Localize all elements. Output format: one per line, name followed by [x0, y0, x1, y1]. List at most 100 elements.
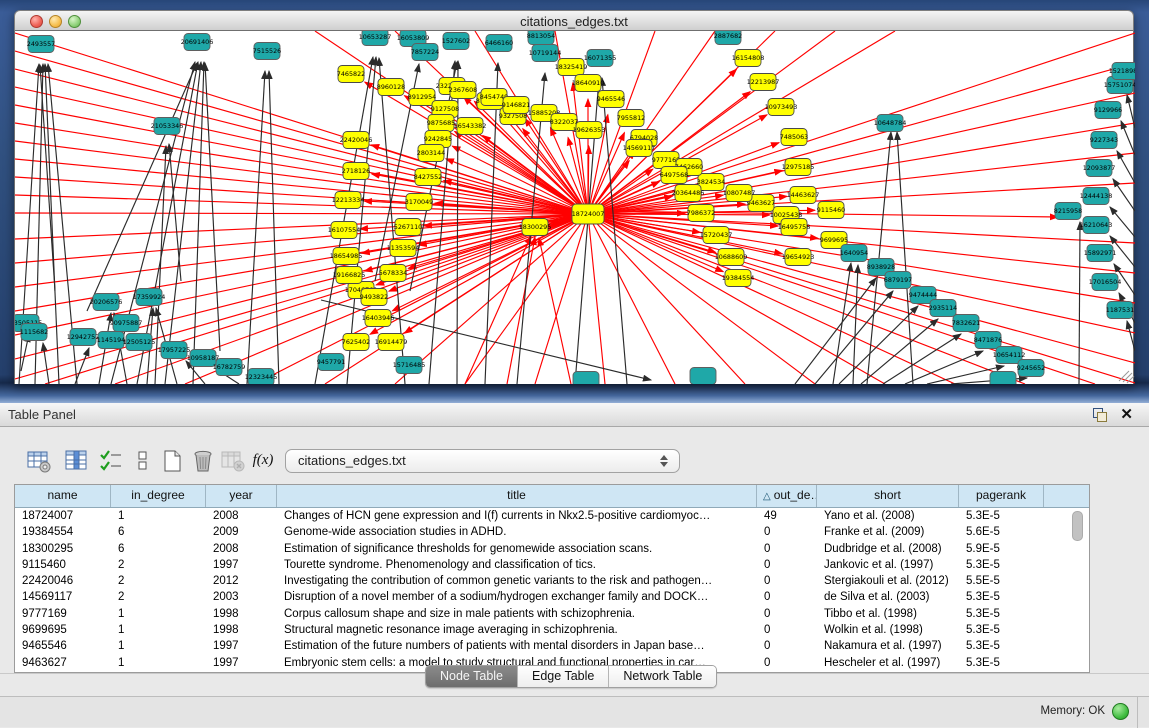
graph-node-label: 5267110 [394, 223, 422, 231]
close-panel-icon[interactable]: ✕ [1120, 405, 1133, 423]
graph-node[interactable] [990, 372, 1016, 385]
table-row[interactable]: 946554611997Estimation of the future num… [15, 638, 1089, 654]
column-header-year[interactable]: year [206, 485, 277, 507]
select-columns-button[interactable] [96, 447, 126, 475]
table-cell: de Silva et al. (2003) [817, 589, 959, 605]
table-row[interactable]: 1872400712008Changes of HCN gene express… [15, 508, 1089, 524]
table-row[interactable]: 1456911722003Disruption of a novel membe… [15, 589, 1089, 605]
graph-node-label: 16782759 [213, 363, 246, 371]
graph-node-label: 90975887 [110, 319, 143, 327]
graph-edge [588, 214, 1135, 333]
table-cell: 1 [111, 606, 206, 622]
graph-node-label: 7485063 [780, 133, 808, 141]
memory-ok-indicator[interactable] [1112, 703, 1129, 720]
graph-node-label: 2935114 [929, 304, 957, 312]
network-graph-canvas[interactable]: 1872400718300295746582289601288912954232… [14, 31, 1134, 384]
table-mode-button[interactable] [24, 447, 54, 475]
tab-network-table[interactable]: Network Table [609, 666, 716, 687]
column-header-title[interactable]: title [277, 485, 757, 507]
column-header-pagerank[interactable]: pagerank [959, 485, 1044, 507]
table-body: 1872400712008Changes of HCN gene express… [15, 508, 1089, 671]
graph-node-label: 9245652 [1017, 364, 1045, 372]
table-panel: Table Panel ✕ [0, 403, 1149, 727]
table-cell: 2009 [206, 524, 277, 540]
graph-node-label: 7625402 [342, 338, 370, 346]
graph-edge [15, 123, 588, 214]
graph-node-label: 15716485 [393, 361, 426, 369]
graph-node-label: 15720437 [700, 231, 733, 239]
table-panel-header[interactable]: Table Panel ✕ [0, 403, 1149, 427]
table-row[interactable]: 911546021997Tourette syndrome. Phenomeno… [15, 557, 1089, 573]
table-cell: 9699695 [15, 622, 111, 638]
graph-edge [588, 214, 605, 384]
table-row[interactable]: 1938455462009Genome-wide association stu… [15, 524, 1089, 540]
graph-edge [1127, 321, 1135, 351]
table-cell: 2 [111, 557, 206, 573]
column-header-name[interactable]: name [15, 485, 111, 507]
column-header-in-degree[interactable]: in_degree [111, 485, 206, 507]
table-cell: 1 [111, 655, 206, 671]
graph-node-label: 19166825 [333, 271, 366, 279]
column-order-button[interactable] [128, 447, 158, 475]
table-row[interactable]: 969969511998Structural magnetic resonanc… [15, 622, 1089, 638]
column-header-out-de-[interactable]: △out_de… [757, 485, 817, 507]
table-cell: 9115460 [15, 557, 111, 573]
network-window-titlebar[interactable]: citations_edges.txt [14, 10, 1134, 31]
graph-node[interactable] [690, 368, 716, 385]
graph-node-label: 12505125 [123, 338, 156, 346]
graph-node-label: 12213987 [747, 78, 780, 86]
table-cell: 0 [757, 589, 817, 605]
graph-node-label: 20364486 [672, 189, 705, 197]
table-cell: Genome-wide association studies in ADHD. [277, 524, 757, 540]
table-cell: 1997 [206, 655, 277, 671]
network-window[interactable]: citations_edges.txt 18724007183002957465… [14, 10, 1134, 384]
table-cell: Hescheler et al. (1997) [817, 655, 959, 671]
graph-node-label: 15218986 [1109, 67, 1135, 75]
delete-column-button[interactable] [218, 447, 248, 475]
table-cell: 0 [757, 541, 817, 557]
memory-status-label: Memory: OK [1040, 705, 1105, 717]
table-vertical-scrollbar[interactable] [1072, 511, 1083, 541]
function-builder-button[interactable]: f(x) [248, 447, 278, 475]
delete-table-button[interactable] [188, 447, 218, 475]
graph-node-label: 8960128 [377, 83, 405, 91]
table-cell: 49 [757, 508, 817, 524]
graph-node-label: 15751074 [1104, 81, 1135, 89]
delete-column-icon [221, 449, 245, 473]
tab-node-table[interactable]: Node Table [426, 666, 518, 687]
graph-node-label: 18654985 [330, 252, 363, 260]
new-table-button[interactable] [158, 447, 188, 475]
node-table: namein_degreeyeartitle△out_de…shortpager… [14, 484, 1090, 673]
table-cell: 0 [757, 524, 817, 540]
table-cell: 1998 [206, 622, 277, 638]
graph-node-label: 12444138 [1080, 192, 1113, 200]
dropdown-arrows-icon [660, 453, 669, 469]
tab-edge-table[interactable]: Edge Table [518, 666, 609, 687]
column-header-short[interactable]: short [817, 485, 959, 507]
float-panel-icon[interactable] [1093, 408, 1107, 422]
show-columns-button[interactable] [62, 447, 92, 475]
graph-node[interactable] [573, 372, 599, 385]
table-row[interactable]: 2242004622012Investigating the contribut… [15, 573, 1089, 589]
graph-edge [40, 65, 55, 291]
window-resize-grip[interactable] [1119, 371, 1134, 383]
table-cell: 5.3E-5 [959, 589, 1044, 605]
table-cell: Estimation of the future numbers of pati… [277, 638, 757, 654]
graph-node-label: 17016504 [1089, 278, 1122, 286]
table-select-dropdown[interactable]: citations_edges.txt [285, 449, 680, 473]
graph-edge [1127, 95, 1135, 128]
graph-node-label: 10654112 [993, 351, 1026, 359]
graph-edge [485, 63, 498, 384]
table-row[interactable]: 977716911998Corpus callosum shape and si… [15, 606, 1089, 622]
table-row[interactable]: 1830029562008Estimation of significance … [15, 541, 1089, 557]
table-cell: 0 [757, 638, 817, 654]
graph-node-label: 9474444 [909, 291, 937, 299]
table-cell: 1997 [206, 557, 277, 573]
table-cell: Wolkin et al. (1998) [817, 622, 959, 638]
graph-node-label: 1640954 [840, 249, 868, 257]
graph-node-label: 9242845 [424, 135, 452, 143]
table-cell: 9465546 [15, 638, 111, 654]
graph-edge [395, 214, 588, 384]
table-cell: 6 [111, 524, 206, 540]
graph-node-label: 14569117 [623, 144, 656, 152]
